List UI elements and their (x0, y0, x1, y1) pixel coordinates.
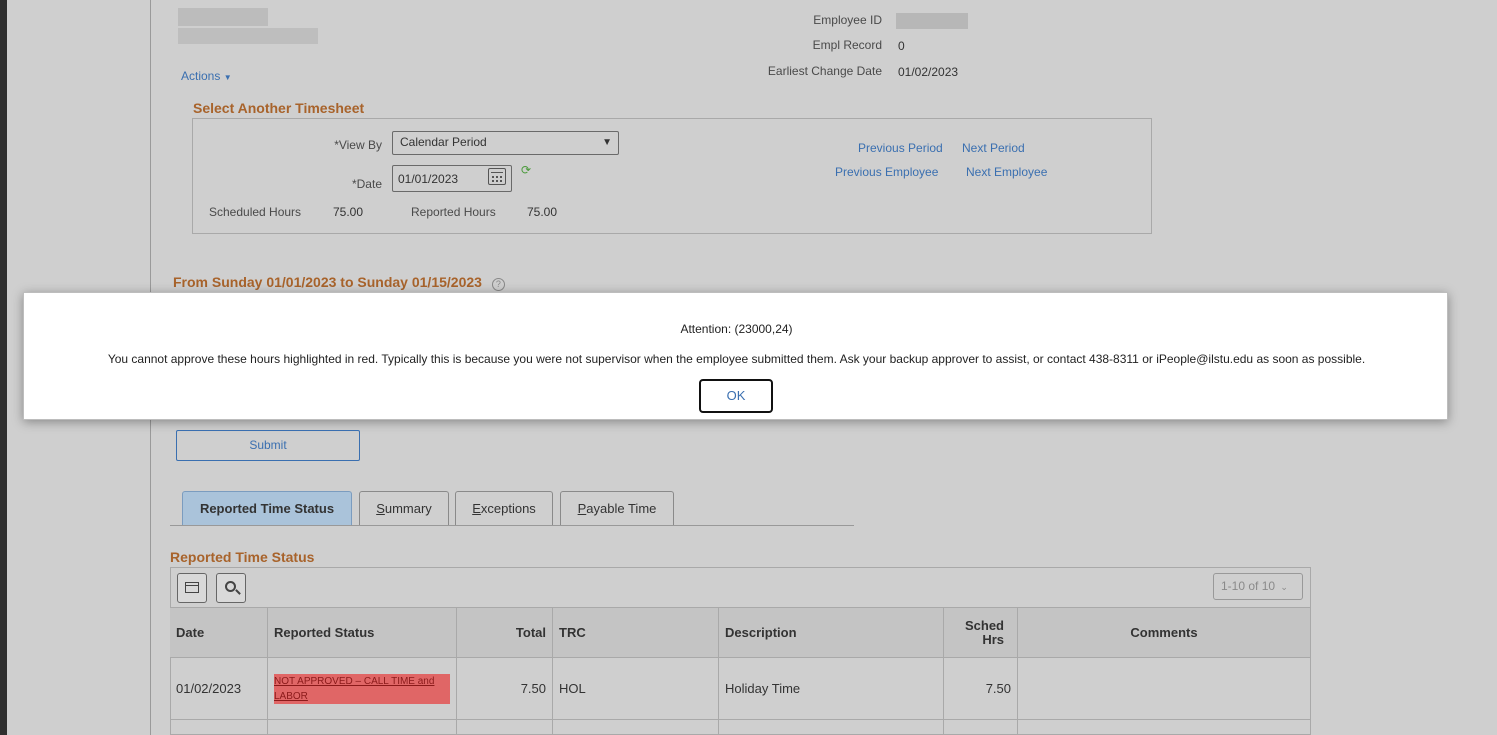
cell-reported-status[interactable]: NOT APPROVED – CALL TIME and LABOR (268, 657, 457, 719)
col-trc: TRC (553, 607, 719, 657)
tab-exceptions-accel: E (472, 501, 481, 516)
date-value: 01/01/2023 (398, 172, 459, 186)
pager-select[interactable]: 1-10 of 10 ⌄ (1213, 573, 1303, 600)
table-row (553, 719, 719, 735)
col-comments: Comments (1018, 607, 1311, 657)
actions-label: Actions (181, 69, 221, 83)
cell-sched-hrs: 7.50 (944, 657, 1018, 719)
tab-payable-time[interactable]: Payable Time (560, 491, 674, 525)
col-sched-hrs: Sched Hrs (944, 607, 1018, 657)
view-by-select[interactable]: Calendar Period ▼ (392, 131, 619, 155)
submit-button[interactable]: Submit (176, 430, 360, 461)
table-row (719, 719, 944, 735)
tab-exceptions[interactable]: Exceptions (455, 491, 553, 525)
period-title: From Sunday 01/01/2023 to Sunday 01/15/2… (173, 274, 505, 291)
previous-period-link[interactable]: Previous Period (858, 141, 943, 155)
tab-summary-rest: ummary (384, 501, 432, 516)
earliest-change-label: Earliest Change Date (767, 64, 882, 78)
employee-name-redacted (178, 8, 320, 44)
chevron-down-icon: ▼ (602, 137, 612, 148)
refresh-icon[interactable]: ⟳ (521, 163, 531, 177)
empl-record-value: 0 (898, 39, 905, 53)
next-period-link[interactable]: Next Period (962, 141, 1025, 155)
col-date: Date (170, 607, 268, 657)
reported-hours-label: Reported Hours (411, 205, 496, 219)
employee-id-label: Employee ID (813, 13, 882, 27)
view-by-label: *View By (334, 138, 382, 152)
tab-underline (170, 525, 854, 526)
cell-date: 01/02/2023 (170, 657, 268, 719)
cell-description: Holiday Time (719, 657, 944, 719)
cell-comments (1018, 657, 1311, 719)
cell-trc: HOL (553, 657, 719, 719)
tab-reported-time-status[interactable]: Reported Time Status (182, 491, 352, 525)
status-not-approved[interactable]: NOT APPROVED – CALL TIME and LABOR (274, 673, 450, 704)
table-row (457, 719, 553, 735)
ok-button[interactable]: OK (699, 379, 773, 413)
date-label: *Date (351, 177, 382, 191)
scheduled-hours-value: 75.00 (333, 205, 364, 219)
pager-value: 1-10 of 10 (1221, 579, 1276, 593)
dialog-message: You cannot approve these hours highlight… (107, 352, 1366, 366)
actions-menu[interactable]: Actions ▼ (181, 69, 232, 83)
cell-total: 7.50 (457, 657, 553, 719)
col-description: Description (719, 607, 944, 657)
col-total: Total (457, 607, 553, 657)
previous-employee-link[interactable]: Previous Employee (835, 165, 938, 179)
view-by-value: Calendar Period (400, 135, 487, 149)
tab-exceptions-rest: xceptions (480, 501, 536, 516)
col-reported-status: Reported Status (268, 607, 457, 657)
empl-record-label: Empl Record (812, 38, 882, 52)
table-row (170, 719, 268, 735)
help-icon[interactable]: ? (491, 278, 505, 291)
left-edge-bar (0, 0, 7, 735)
search-icon[interactable] (216, 573, 246, 603)
grid-title: Reported Time Status (170, 549, 315, 565)
tab-payable-rest: ayable Time (586, 501, 657, 516)
dialog-title: Attention: (23000,24) (680, 322, 793, 336)
employee-id-redacted (896, 13, 968, 29)
earliest-change-value: 01/02/2023 (898, 65, 959, 79)
tab-summary-accel: S (376, 501, 385, 516)
select-timesheet-title: Select Another Timesheet (193, 100, 365, 116)
next-employee-link[interactable]: Next Employee (966, 165, 1047, 179)
tab-payable-accel: P (577, 501, 587, 516)
table-row (1018, 719, 1311, 735)
table-row (268, 719, 457, 735)
calendar-icon[interactable] (488, 168, 506, 185)
caret-down-icon: ▼ (223, 73, 232, 82)
period-title-text: From Sunday 01/01/2023 to Sunday 01/15/2… (173, 274, 482, 290)
table-row (944, 719, 1018, 735)
scheduled-hours-label: Scheduled Hours (209, 205, 302, 219)
col-sched-hrs-line1: Sched (964, 617, 1004, 633)
reported-hours-value: 75.00 (527, 205, 558, 219)
personalize-grid-icon[interactable] (177, 573, 207, 603)
col-sched-hrs-line2: Hrs (982, 631, 1004, 647)
chevron-down-icon: ⌄ (1280, 582, 1288, 592)
attention-dialog: Attention: (23000,24) You cannot approve… (23, 292, 1448, 420)
tab-summary[interactable]: Summary (359, 491, 449, 525)
